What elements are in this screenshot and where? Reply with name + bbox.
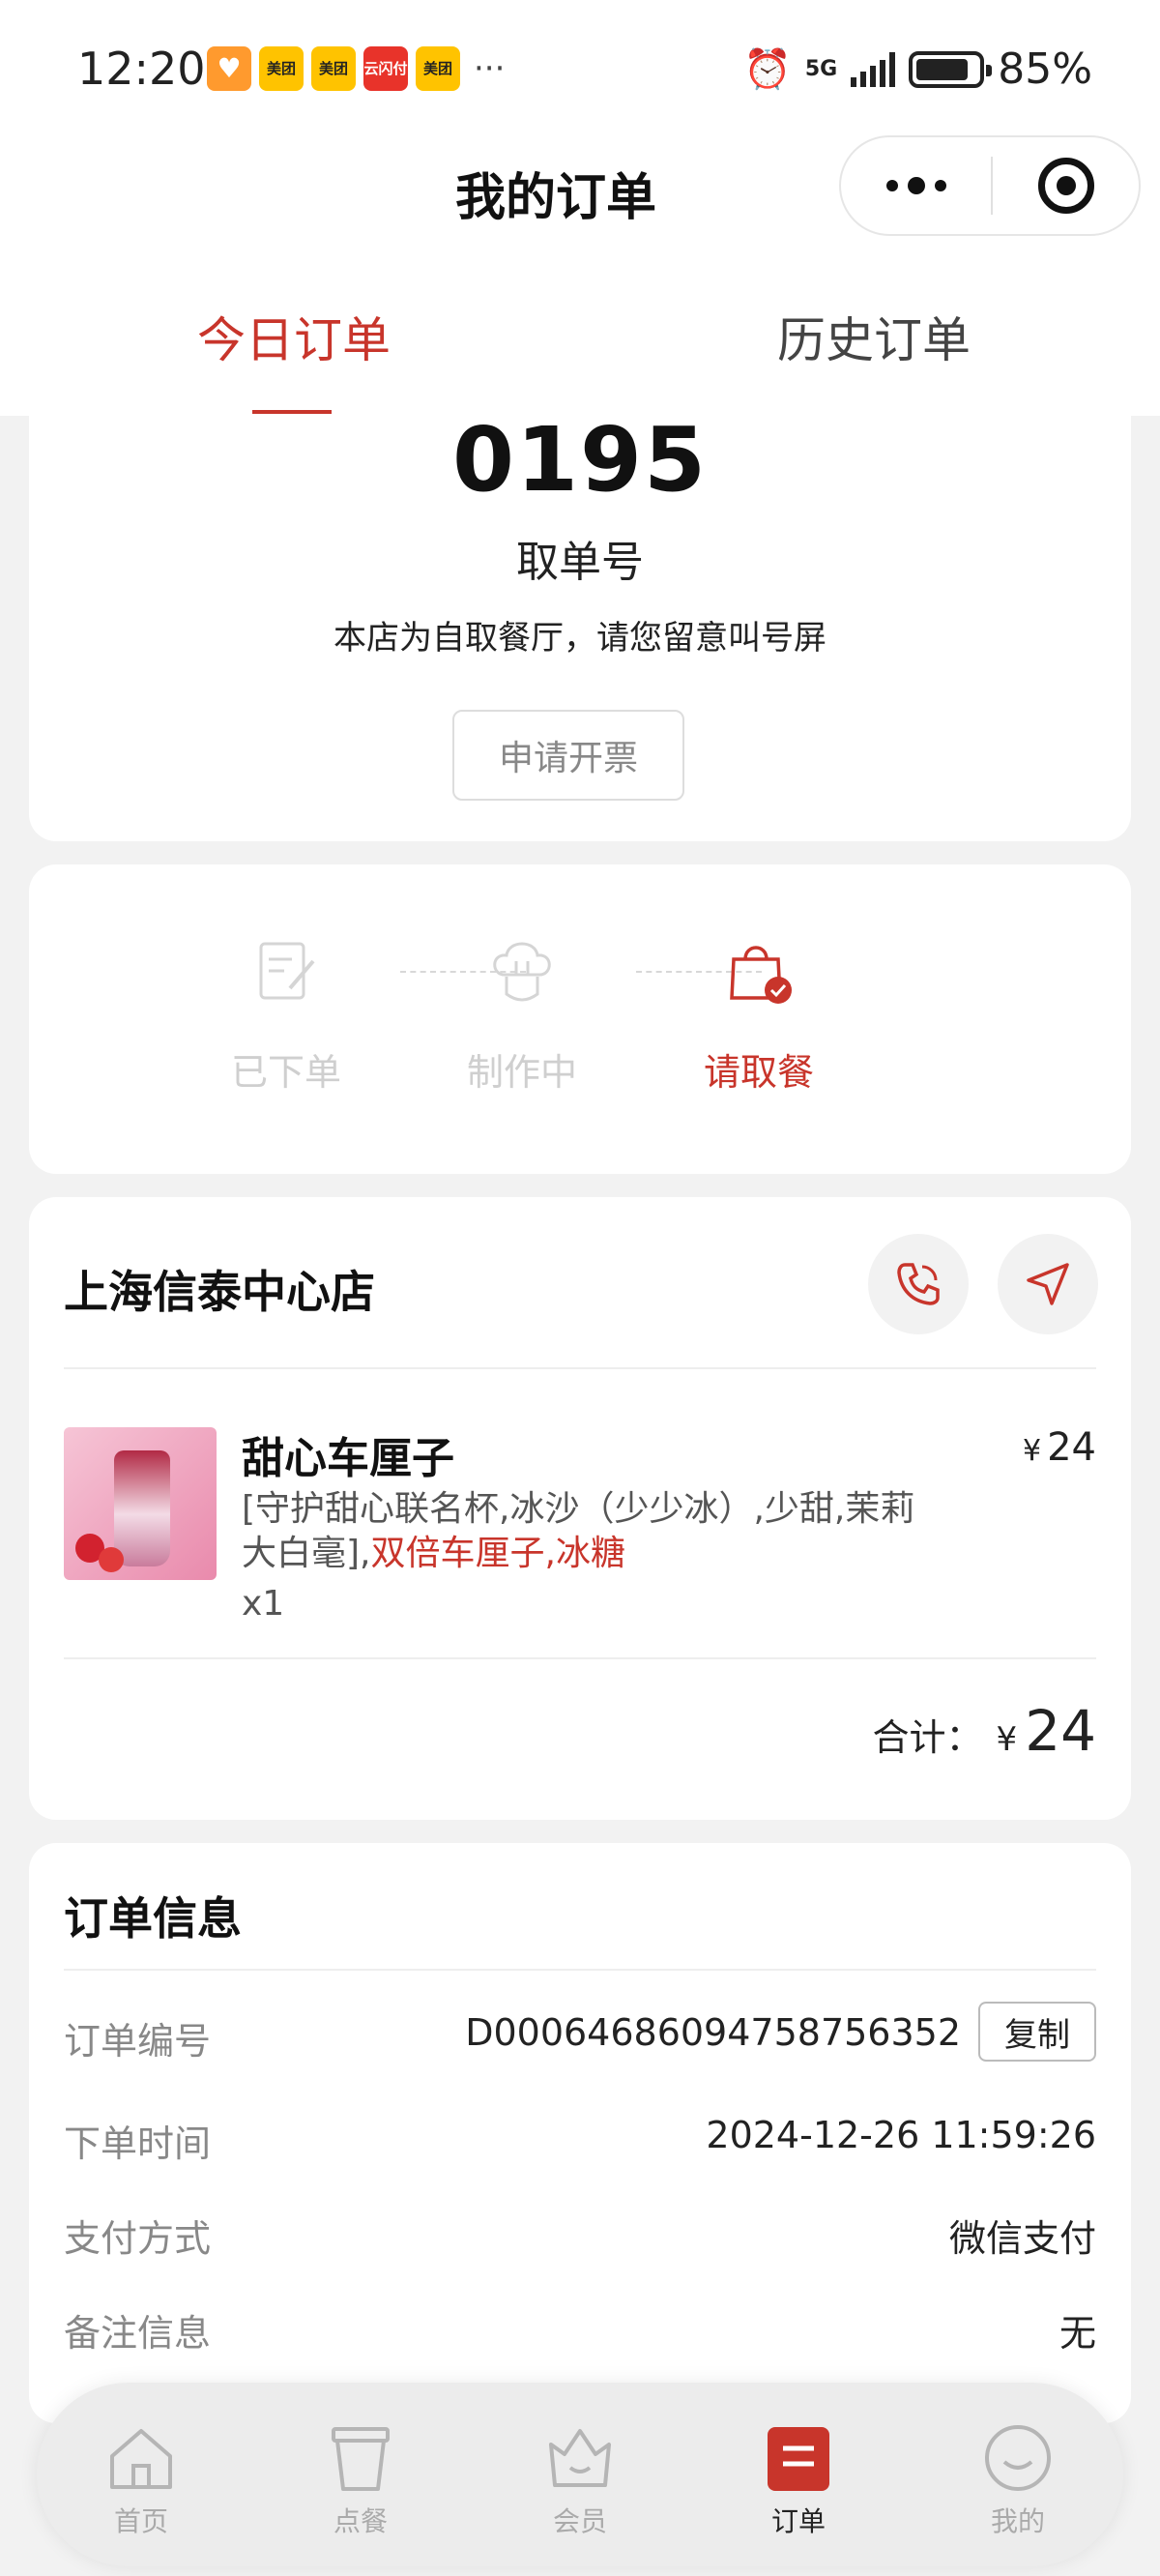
order-info-card: 订单信息 订单编号 D0006468609475875635​2 复制 下单时间… bbox=[29, 1843, 1131, 2423]
tabbar-profile[interactable]: 我的 bbox=[955, 2421, 1081, 2539]
total-amount: 24 bbox=[1025, 1698, 1096, 1764]
tabbar-label: 点餐 bbox=[333, 2505, 388, 2537]
pickup-number: 0195 bbox=[451, 408, 709, 512]
pickup-number-label: 取单号 bbox=[516, 538, 644, 587]
payment-method: 微信支付 bbox=[948, 2217, 1096, 2260]
order-placed-icon bbox=[259, 942, 315, 1000]
target-icon bbox=[1037, 158, 1094, 214]
order-time: 2024-12-26 11:59:26 bbox=[706, 2114, 1096, 2156]
order-info-title: 订单信息 bbox=[64, 1892, 242, 1945]
notification-icons: ♥ 美团 美团 云闪付 美团 ··· bbox=[207, 46, 505, 91]
payment-method-row: 支付方式 微信支付 bbox=[64, 2199, 1096, 2267]
smile-icon bbox=[985, 2425, 1051, 2491]
step-ready-for-pickup: 请取餐 bbox=[672, 932, 846, 1096]
tabbar-membership[interactable]: 会员 bbox=[517, 2421, 643, 2539]
product-price-value: 24 bbox=[1047, 1425, 1096, 1470]
tabbar-label: 会员 bbox=[552, 2505, 607, 2537]
step-label: 请取餐 bbox=[703, 1051, 814, 1094]
tabbar-home[interactable]: 首页 bbox=[78, 2421, 204, 2539]
nav-bar: 我的订单 bbox=[0, 135, 1160, 242]
unionpay-app-icon: 云闪付 bbox=[363, 46, 408, 91]
info-label: 订单编号 bbox=[64, 2020, 212, 2063]
active-tab-indicator bbox=[252, 410, 332, 414]
tabbar-orders[interactable]: 订单 bbox=[736, 2421, 861, 2539]
status-indicators: ⏰ 5G 85% bbox=[743, 44, 1092, 94]
cup-icon bbox=[332, 2427, 390, 2491]
tabbar-label: 我的 bbox=[990, 2505, 1045, 2537]
phone-icon bbox=[897, 1263, 940, 1305]
order-total: 合计： ¥ 24 bbox=[873, 1698, 1096, 1764]
copy-order-number-button[interactable]: 复制 bbox=[978, 2002, 1096, 2062]
pickup-notice: 本店为自取餐厅，请您留意叫号屏 bbox=[334, 619, 826, 658]
navigation-arrow-icon bbox=[1027, 1263, 1069, 1305]
divider bbox=[64, 1367, 1096, 1369]
product-image bbox=[64, 1427, 217, 1580]
battery-icon bbox=[909, 50, 993, 88]
step-label: 已下单 bbox=[230, 1051, 341, 1094]
battery-percent: 85% bbox=[998, 44, 1092, 94]
signal-icon bbox=[851, 51, 896, 87]
heart-app-icon: ♥ bbox=[207, 46, 251, 91]
more-notifications-icon: ··· bbox=[474, 49, 506, 88]
product-options: [守护甜心联名杯,冰沙（少少冰）,少甜,茉莉大白毫],双倍车厘子,冰糖 bbox=[242, 1487, 918, 1576]
chef-hat-icon bbox=[493, 942, 551, 1002]
total-currency: ¥ bbox=[996, 1720, 1018, 1759]
info-label: 下单时间 bbox=[64, 2122, 212, 2165]
tabbar-label: 首页 bbox=[113, 2505, 168, 2537]
info-label: 支付方式 bbox=[64, 2217, 212, 2260]
meituan-app-icon: 美团 bbox=[416, 46, 460, 91]
crown-icon bbox=[549, 2429, 611, 2487]
tab-today-orders[interactable]: 今日订单 bbox=[197, 302, 391, 371]
close-miniprogram-button[interactable] bbox=[993, 158, 1139, 214]
remark: 无 bbox=[1058, 2312, 1096, 2355]
info-label: 备注信息 bbox=[64, 2312, 212, 2355]
tabbar-label: 订单 bbox=[770, 2505, 826, 2537]
pickup-card: 0195 取单号 本店为自取餐厅，请您留意叫号屏 申请开票 bbox=[29, 367, 1131, 841]
alarm-icon: ⏰ bbox=[743, 47, 792, 92]
more-menu-button[interactable] bbox=[841, 137, 991, 234]
bottom-tab-bar: 首页 点餐 会员 订单 我的 bbox=[37, 2383, 1123, 2566]
order-number: D0006468609475875635​2 bbox=[465, 2011, 961, 2054]
divider bbox=[64, 1657, 1096, 1659]
dot-icon bbox=[907, 177, 925, 194]
miniprogram-capsule bbox=[839, 135, 1141, 236]
product-options-highlight: 双倍车厘子,冰糖 bbox=[370, 1534, 625, 1573]
tab-history-orders[interactable]: 历史订单 bbox=[777, 302, 971, 371]
status-time: 12:20 bbox=[77, 43, 206, 95]
home-icon bbox=[110, 2429, 172, 2489]
order-icon bbox=[768, 2427, 829, 2491]
order-tabs: 今日订单 历史订单 bbox=[0, 242, 1160, 416]
meituan-app-icon: 美团 bbox=[311, 46, 356, 91]
product-name: 甜心车厘子 bbox=[242, 1434, 454, 1483]
remark-row: 备注信息 无 bbox=[64, 2294, 1096, 2361]
request-invoice-button[interactable]: 申请开票 bbox=[452, 710, 684, 801]
shopping-bag-check-icon bbox=[730, 946, 792, 1004]
navigate-to-store-button[interactable] bbox=[998, 1234, 1098, 1334]
dot-icon bbox=[885, 180, 898, 191]
battery-fill bbox=[916, 58, 968, 80]
step-in-progress: 制作中 bbox=[435, 932, 609, 1096]
call-store-button[interactable] bbox=[868, 1234, 969, 1334]
product-quantity: x1 bbox=[242, 1584, 285, 1624]
currency-symbol: ¥ bbox=[1023, 1434, 1042, 1468]
store-order-card: 上海信泰中心店 甜心车厘子 ¥24 [守护甜心联名杯,冰沙（少少冰）,少甜,茉莉… bbox=[29, 1197, 1131, 1820]
dot-icon bbox=[934, 180, 946, 191]
divider bbox=[64, 1969, 1096, 1971]
order-progress-card: 已下单 制作中 请取餐 bbox=[29, 864, 1131, 1174]
network-type: 5G bbox=[804, 56, 838, 81]
tabbar-order-food[interactable]: 点餐 bbox=[298, 2421, 423, 2539]
meituan-app-icon: 美团 bbox=[259, 46, 304, 91]
total-label: 合计： bbox=[872, 1716, 983, 1759]
store-name: 上海信泰中心店 bbox=[64, 1266, 375, 1318]
product-price: ¥24 bbox=[1023, 1425, 1096, 1470]
step-label: 制作中 bbox=[466, 1051, 577, 1094]
order-number-row: 订单编号 D0006468609475875635​2 复制 bbox=[64, 2002, 1096, 2069]
step-order-placed: 已下单 bbox=[199, 932, 373, 1096]
order-time-row: 下单时间 2024-12-26 11:59:26 bbox=[64, 2104, 1096, 2172]
status-bar: 12:20 ♥ 美团 美团 云闪付 美团 ··· ⏰ 5G 85% bbox=[0, 0, 1160, 135]
